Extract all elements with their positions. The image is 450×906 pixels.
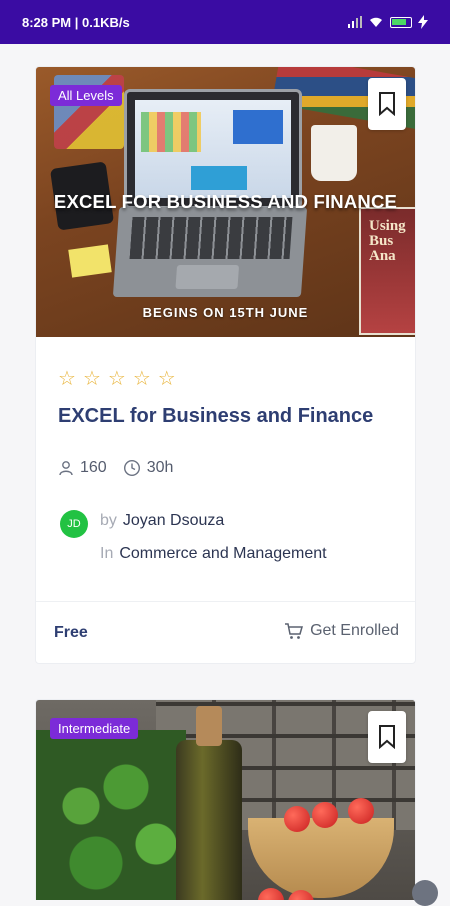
basil-image bbox=[36, 730, 186, 900]
author-avatar[interactable]: JD bbox=[60, 510, 88, 538]
signal-icon bbox=[348, 16, 362, 28]
bookmark-button[interactable] bbox=[368, 78, 406, 130]
level-badge: All Levels bbox=[50, 85, 122, 106]
category-prefix: In bbox=[100, 545, 114, 562]
card-footer: Free Get Enrolled bbox=[36, 601, 415, 663]
author-line: by Joyan Dsouza bbox=[100, 512, 224, 530]
mug-image bbox=[311, 125, 357, 181]
thumbnail-title: EXCEL FOR BUSINESS AND FINANCE bbox=[53, 191, 398, 212]
category-name[interactable]: Commerce and Management bbox=[119, 545, 326, 562]
star-icon: ☆ bbox=[82, 368, 101, 390]
scroll-to-top-button[interactable] bbox=[412, 880, 438, 906]
thumbnail-subtitle: BEGINS ON 15TH JUNE bbox=[142, 305, 309, 320]
status-bar: 8:28 PM | 0.1KB/s bbox=[0, 0, 450, 44]
course-thumbnail[interactable]: Using Bus Ana EXCEL FOR BUSINESS AND FIN… bbox=[36, 67, 415, 337]
wifi-icon bbox=[370, 17, 382, 27]
keyboard-image bbox=[112, 207, 308, 297]
tomato-image bbox=[284, 806, 310, 832]
bookmark-icon bbox=[379, 92, 395, 116]
bowl-image bbox=[248, 818, 394, 898]
level-badge: Intermediate bbox=[50, 718, 139, 739]
author-prefix: by bbox=[100, 512, 117, 529]
cart-icon bbox=[285, 623, 304, 639]
rating-stars: ☆ ☆ ☆ ☆ ☆ bbox=[58, 369, 176, 389]
bookmark-icon bbox=[379, 725, 395, 749]
clock-icon bbox=[123, 459, 140, 477]
status-time: 8:28 PM | 0.1KB/s bbox=[22, 14, 130, 30]
tomato-image bbox=[348, 798, 374, 824]
course-thumbnail[interactable]: Intermediate bbox=[36, 700, 415, 900]
user-icon bbox=[59, 461, 73, 476]
course-meta: 160 30h bbox=[58, 459, 189, 477]
course-duration: 30h bbox=[123, 459, 174, 477]
laptop-screen bbox=[135, 100, 291, 198]
oil-bottle-image bbox=[176, 706, 242, 900]
tomato-image bbox=[258, 888, 284, 900]
get-enrolled-button[interactable]: Get Enrolled bbox=[284, 622, 399, 640]
tomato-image bbox=[312, 802, 338, 828]
star-icon: ☆ bbox=[107, 368, 126, 390]
star-icon: ☆ bbox=[157, 368, 176, 390]
course-card[interactable]: Intermediate bbox=[35, 699, 416, 900]
students-count: 160 bbox=[58, 459, 107, 477]
battery-icon bbox=[390, 16, 412, 28]
enroll-label: Get Enrolled bbox=[310, 622, 399, 639]
sticky-note-image bbox=[68, 244, 112, 278]
charging-icon bbox=[418, 15, 428, 29]
status-icons bbox=[348, 15, 428, 29]
course-list[interactable]: Using Bus Ana EXCEL FOR BUSINESS AND FIN… bbox=[0, 44, 450, 900]
bookmark-button[interactable] bbox=[368, 711, 406, 763]
star-icon: ☆ bbox=[58, 368, 76, 390]
students-value: 160 bbox=[80, 459, 107, 476]
author-name[interactable]: Joyan Dsouza bbox=[123, 512, 224, 529]
course-card[interactable]: Using Bus Ana EXCEL FOR BUSINESS AND FIN… bbox=[35, 66, 416, 664]
price-label: Free bbox=[54, 624, 88, 641]
star-icon: ☆ bbox=[132, 368, 151, 390]
course-title[interactable]: EXCEL for Business and Finance bbox=[58, 405, 373, 428]
duration-value: 30h bbox=[146, 459, 174, 476]
category-line: In Commerce and Management bbox=[100, 545, 327, 563]
